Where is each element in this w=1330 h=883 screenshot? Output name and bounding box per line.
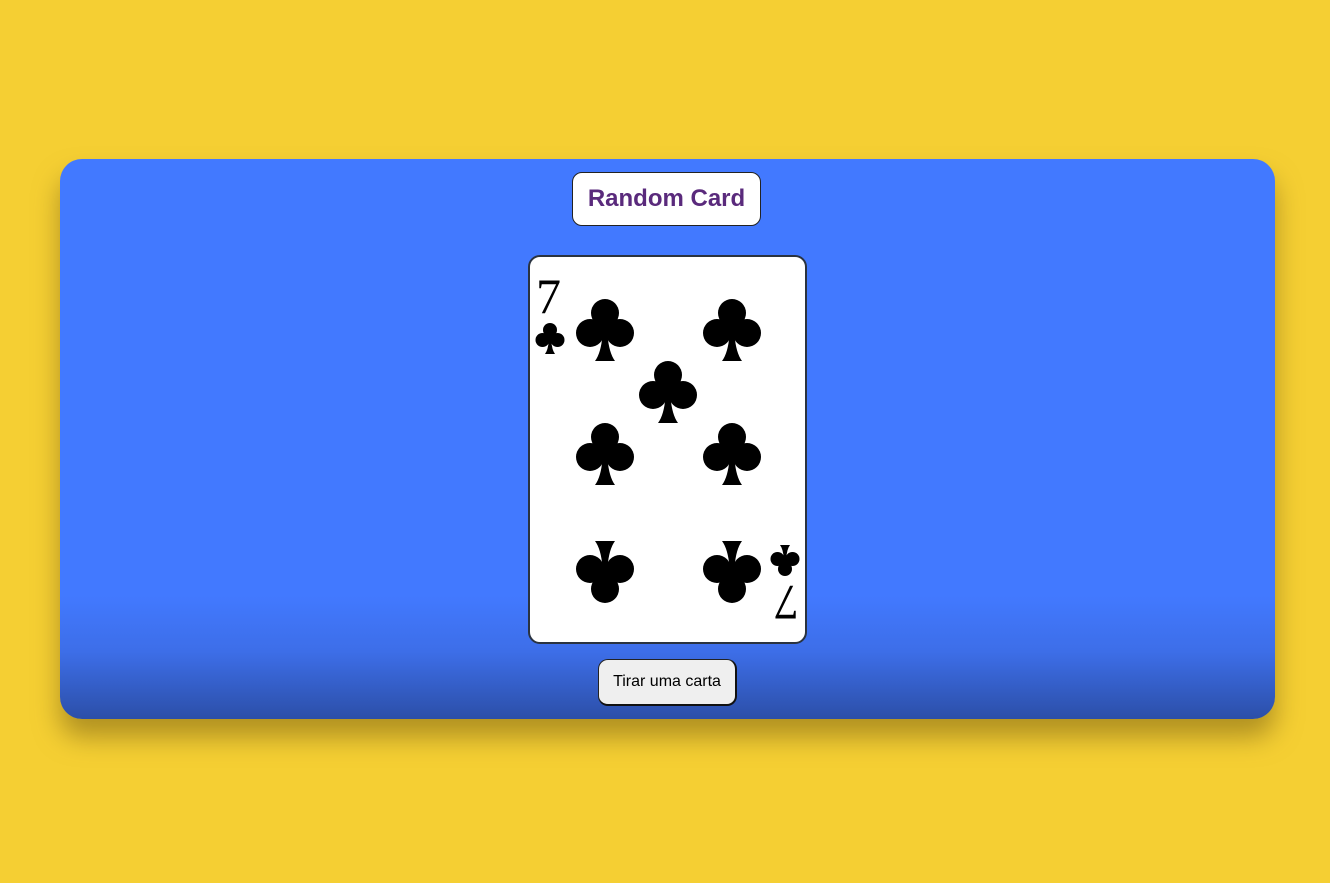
club-pip-icon bbox=[576, 541, 634, 603]
title-box: Random Card bbox=[572, 172, 761, 226]
club-pip-icon bbox=[703, 423, 761, 485]
corner-rank-top: 7 bbox=[536, 268, 561, 324]
club-pip-icon bbox=[639, 361, 697, 423]
draw-card-button[interactable]: Tirar uma carta bbox=[598, 659, 737, 706]
game-panel: Random Card 7 7 Tirar uma carta bbox=[60, 159, 1275, 719]
club-pip-icon bbox=[703, 541, 761, 603]
corner-club-icon-bottom bbox=[770, 545, 800, 576]
corner-club-icon-top bbox=[535, 323, 565, 354]
playing-card: 7 7 bbox=[528, 255, 807, 644]
club-pip-icon bbox=[703, 299, 761, 361]
club-pip-icon bbox=[576, 299, 634, 361]
card-face: 7 7 bbox=[535, 268, 800, 631]
corner-rank-bottom: 7 bbox=[774, 575, 799, 631]
club-pip-icon bbox=[576, 423, 634, 485]
page-title: Random Card bbox=[587, 185, 746, 212]
